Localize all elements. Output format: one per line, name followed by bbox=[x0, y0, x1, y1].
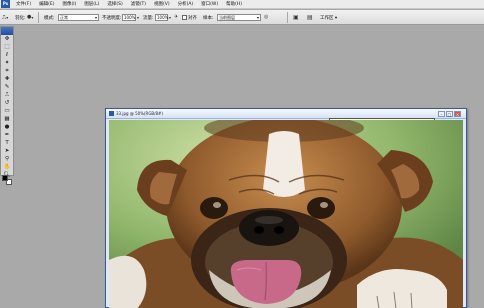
brush-icon[interactable]: ✎ bbox=[1, 83, 13, 91]
brush-dropdown-icon[interactable]: ▾ bbox=[31, 14, 33, 21]
lasso-icon[interactable]: ℓ bbox=[1, 51, 13, 59]
hand-icon[interactable]: ✋ bbox=[1, 163, 13, 171]
toolbox: ✥ ⬚ ℓ ✦ ⌗ ✚ ✎ ⎍ ↺ ▭ ▦ ● ✒ T ➤ ⚲ ✋ 🔍︎ bbox=[0, 26, 14, 185]
align-label: 对齐 bbox=[188, 15, 197, 21]
clone-stamp-icon[interactable]: ⎍ bbox=[1, 91, 13, 99]
move-icon[interactable]: ✥ bbox=[1, 35, 13, 43]
sample-label: 样本: bbox=[203, 15, 214, 21]
options-bar: ⎍ ▾ 羽化: ● ▾ 模式: 正常 ▾ 不透明度: 100% ▾ 流量: 100% … bbox=[0, 10, 484, 25]
document-title: 33.jpg @ 50%(RGB/8#) bbox=[116, 111, 163, 116]
opacity-dropdown-icon[interactable]: ▾ bbox=[137, 14, 139, 21]
document-window: 33.jpg @ 50%(RGB/8#) – □ × C:\Users\Admi… bbox=[105, 108, 467, 308]
foreground-color-swatch[interactable] bbox=[2, 175, 8, 181]
pen-icon[interactable]: ✒ bbox=[1, 131, 13, 139]
maximize-button[interactable]: □ bbox=[446, 111, 453, 117]
menu-window[interactable]: 窗口(W) bbox=[197, 0, 222, 9]
eraser-icon[interactable]: ▭ bbox=[1, 107, 13, 115]
opacity-value: 100% bbox=[124, 15, 136, 20]
align-checkbox[interactable] bbox=[182, 15, 187, 20]
menu-layer[interactable]: 图层(L) bbox=[80, 0, 103, 9]
healing-brush-icon[interactable]: ✚ bbox=[1, 75, 13, 83]
menu-filter[interactable]: 滤镜(T) bbox=[127, 0, 150, 9]
chevron-down-icon: ▾ bbox=[94, 15, 97, 20]
menu-select[interactable]: 选择(S) bbox=[103, 0, 126, 9]
blur-icon[interactable]: ● bbox=[1, 123, 13, 131]
minimize-button[interactable]: – bbox=[438, 111, 445, 117]
menu-help[interactable]: 帮助(H) bbox=[222, 0, 246, 9]
close-button[interactable]: × bbox=[454, 111, 461, 117]
workspace-menu[interactable]: 工作区 ▾ bbox=[320, 15, 337, 21]
photoshop-logo-icon[interactable]: Ps bbox=[1, 0, 10, 8]
airbrush-icon[interactable]: ✈ bbox=[174, 14, 178, 21]
sample-value: 当前图层 bbox=[219, 15, 235, 20]
flow-dropdown-icon[interactable]: ▾ bbox=[169, 14, 171, 21]
chevron-down-icon: ▾ bbox=[256, 15, 259, 20]
menu-view[interactable]: 视图(V) bbox=[150, 0, 174, 9]
ignore-adjustment-layers-icon[interactable]: ◎ bbox=[264, 14, 268, 21]
divider bbox=[287, 12, 288, 23]
palette-well-icon[interactable]: ▤ bbox=[307, 14, 313, 21]
flow-label: 流量: bbox=[143, 15, 154, 21]
opacity-input[interactable]: 100% bbox=[122, 14, 136, 21]
chevron-down-icon: ▾ bbox=[6, 15, 9, 20]
eyedropper-icon[interactable]: ⚲ bbox=[1, 155, 13, 163]
text-icon[interactable]: T bbox=[1, 139, 13, 147]
menu-analysis[interactable]: 分析(A) bbox=[174, 0, 198, 9]
menu-bar: Ps 文件(F) 编辑(E) 图像(I) 图层(L) 选择(S) 滤镜(T) 视… bbox=[0, 0, 484, 9]
divider bbox=[38, 12, 39, 23]
feather-label: 羽化: bbox=[15, 15, 26, 21]
sample-select[interactable]: 当前图层 ▾ bbox=[217, 14, 261, 21]
image-canvas[interactable] bbox=[109, 120, 463, 308]
bulldog-photo bbox=[109, 120, 463, 308]
tool-preset-picker[interactable]: ⎍ ▾ bbox=[2, 10, 8, 25]
menu-edit[interactable]: 编辑(E) bbox=[35, 0, 58, 9]
flow-input[interactable]: 100% bbox=[155, 14, 168, 21]
menu-image[interactable]: 图像(I) bbox=[58, 0, 80, 9]
flow-value: 100% bbox=[157, 15, 169, 20]
mode-label: 模式: bbox=[44, 15, 55, 21]
history-brush-icon[interactable]: ↺ bbox=[1, 99, 13, 107]
document-icon bbox=[109, 111, 114, 116]
path-select-icon[interactable]: ➤ bbox=[1, 147, 13, 155]
opacity-label: 不透明度: bbox=[102, 15, 122, 21]
brushes-panel-icon[interactable]: ▣ bbox=[293, 14, 299, 21]
gradient-icon[interactable]: ▦ bbox=[1, 115, 13, 123]
crop-icon[interactable]: ⌗ bbox=[1, 67, 13, 75]
magic-wand-icon[interactable]: ✦ bbox=[1, 59, 13, 67]
mode-select[interactable]: 正常 ▾ bbox=[58, 14, 99, 21]
marquee-icon[interactable]: ⬚ bbox=[1, 43, 13, 51]
mode-value: 正常 bbox=[60, 15, 68, 20]
menu-file[interactable]: 文件(F) bbox=[12, 0, 35, 9]
toolbox-titlebar[interactable] bbox=[1, 27, 13, 35]
